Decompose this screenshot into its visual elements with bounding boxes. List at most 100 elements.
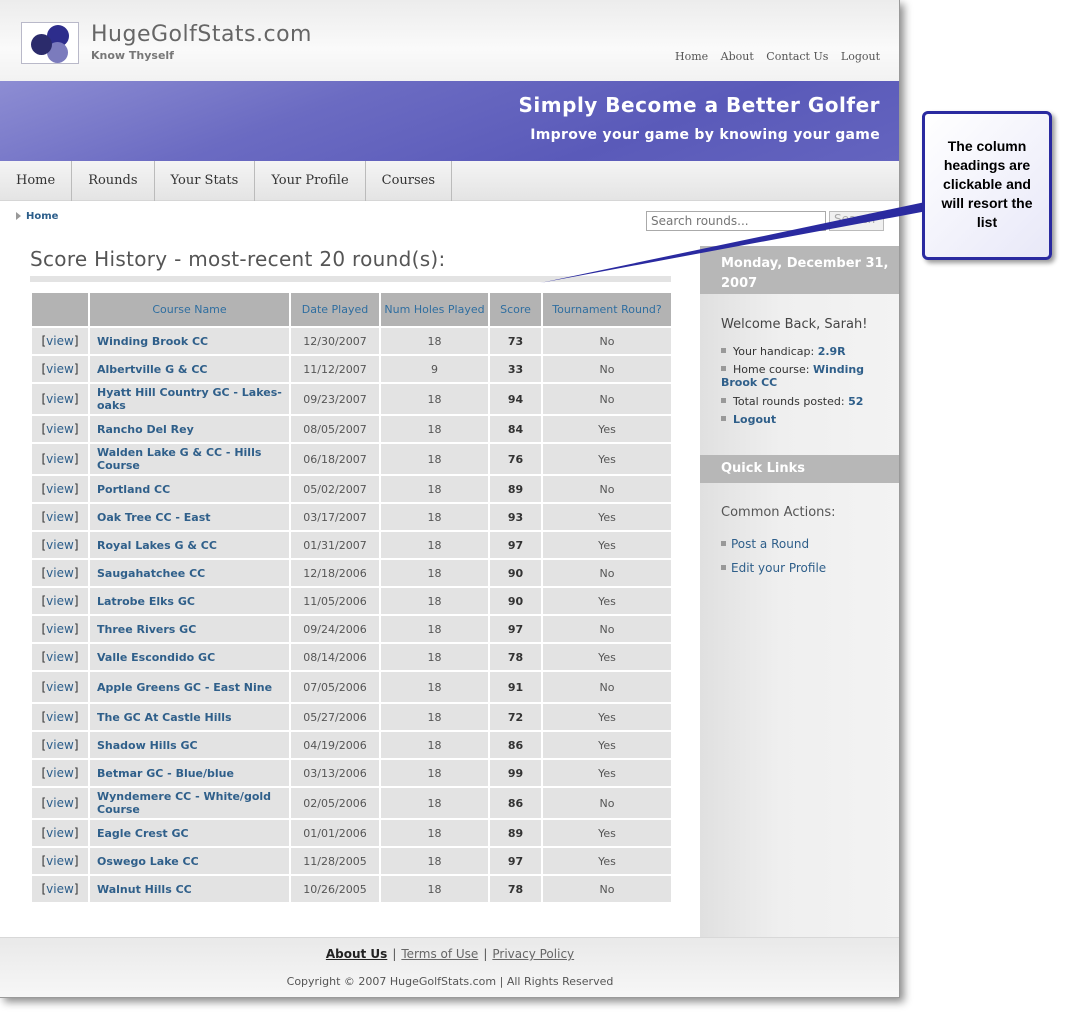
course-name-link[interactable]: Wyndemere CC - White/gold Course — [90, 788, 289, 818]
view-label[interactable]: view — [46, 452, 74, 466]
search-input[interactable] — [646, 211, 826, 231]
view-link[interactable]: [view] — [32, 384, 88, 414]
column-header-score[interactable]: Score — [490, 293, 541, 326]
course-name-link[interactable]: Oswego Lake CC — [90, 848, 289, 874]
sidebar-logout-link[interactable]: Logout — [733, 413, 776, 426]
course-name-link[interactable]: Shadow Hills GC — [90, 732, 289, 758]
view-link[interactable]: [view] — [32, 416, 88, 442]
view-label[interactable]: view — [46, 882, 74, 896]
view-link[interactable]: [view] — [32, 644, 88, 670]
score-value: 94 — [490, 384, 541, 414]
view-label[interactable]: view — [46, 622, 74, 636]
course-name-link[interactable]: Saugahatchee CC — [90, 560, 289, 586]
tournament-flag: No — [543, 616, 671, 642]
course-name-link[interactable]: Rancho Del Rey — [90, 416, 289, 442]
view-link[interactable]: [view] — [32, 732, 88, 758]
view-label[interactable]: view — [46, 594, 74, 608]
sidebar: Monday, December 31, 2007 Welcome Back, … — [700, 246, 899, 937]
tournament-flag: No — [543, 672, 671, 702]
nav-tab-your-profile[interactable]: Your Profile — [255, 161, 366, 201]
course-name-link[interactable]: Latrobe Elks GC — [90, 588, 289, 614]
view-label[interactable]: view — [46, 738, 74, 752]
view-label[interactable]: view — [46, 710, 74, 724]
nav-tab-rounds[interactable]: Rounds — [72, 161, 155, 201]
view-link[interactable]: [view] — [32, 560, 88, 586]
score-value: 97 — [490, 532, 541, 558]
course-name-link[interactable]: Valle Escondido GC — [90, 644, 289, 670]
course-name-link[interactable]: Albertville G & CC — [90, 356, 289, 382]
view-label[interactable]: view — [46, 796, 74, 810]
view-link[interactable]: [view] — [32, 532, 88, 558]
tournament-flag: No — [543, 788, 671, 818]
view-link[interactable]: [view] — [32, 704, 88, 730]
view-link[interactable]: [view] — [32, 848, 88, 874]
course-name-link[interactable]: Portland CC — [90, 476, 289, 502]
site-name[interactable]: HugeGolfStats.com — [91, 22, 312, 47]
view-label[interactable]: view — [46, 422, 74, 436]
date-played: 03/13/2006 — [291, 760, 379, 786]
edit-profile-link[interactable]: Edit your Profile — [721, 561, 826, 575]
view-label[interactable]: view — [46, 826, 74, 840]
common-actions-heading: Common Actions: — [721, 505, 836, 520]
tournament-flag: No — [543, 384, 671, 414]
view-label[interactable]: view — [46, 854, 74, 868]
post-a-round-link[interactable]: Post a Round — [721, 537, 809, 551]
view-link[interactable]: [view] — [32, 616, 88, 642]
course-name-link[interactable]: Oak Tree CC - East — [90, 504, 289, 530]
nav-tab-your-stats[interactable]: Your Stats — [155, 161, 256, 201]
course-name-link[interactable]: Eagle Crest GC — [90, 820, 289, 846]
view-link[interactable]: [view] — [32, 504, 88, 530]
view-link[interactable]: [view] — [32, 672, 88, 702]
nav-tab-courses[interactable]: Courses — [366, 161, 453, 201]
column-header-course-name[interactable]: Course Name — [90, 293, 289, 326]
view-link[interactable]: [view] — [32, 588, 88, 614]
view-label[interactable]: view — [46, 392, 74, 406]
view-label[interactable]: view — [46, 680, 74, 694]
logo[interactable] — [21, 22, 79, 64]
course-name-link[interactable]: Walden Lake G & CC - Hills Course — [90, 444, 289, 474]
column-header-date-played[interactable]: Date Played — [291, 293, 379, 326]
nav-tab-home[interactable]: Home — [0, 161, 73, 201]
course-name-link[interactable]: Betmar GC - Blue/blue — [90, 760, 289, 786]
course-name-link[interactable]: Walnut Hills CC — [90, 876, 289, 902]
view-link[interactable]: [view] — [32, 760, 88, 786]
search-button[interactable]: Search — [829, 211, 884, 231]
view-link[interactable]: [view] — [32, 444, 88, 474]
top-link-about[interactable]: About — [721, 50, 754, 63]
top-link-contact-us[interactable]: Contact Us — [766, 50, 828, 63]
header: HugeGolfStats.com Know Thyself Home Abou… — [0, 0, 899, 81]
footer-link-about-us[interactable]: About Us — [326, 947, 387, 961]
footer-link-privacy-policy[interactable]: Privacy Policy — [492, 947, 574, 961]
banner-subtitle: Improve your game by knowing your game — [530, 127, 880, 143]
view-label[interactable]: view — [46, 510, 74, 524]
view-label[interactable]: view — [46, 566, 74, 580]
course-name-link[interactable]: Winding Brook CC — [90, 328, 289, 354]
top-link-home[interactable]: Home — [675, 50, 708, 63]
total-rounds-line: Total rounds posted: 52 — [721, 395, 863, 408]
column-header-num-holes-played[interactable]: Num Holes Played — [381, 293, 488, 326]
view-link[interactable]: [view] — [32, 788, 88, 818]
view-label[interactable]: view — [46, 766, 74, 780]
course-name-link[interactable]: Three Rivers GC — [90, 616, 289, 642]
view-label[interactable]: view — [46, 334, 74, 348]
view-label[interactable]: view — [46, 538, 74, 552]
footer-link-terms-of-use[interactable]: Terms of Use — [401, 947, 478, 961]
course-name-link[interactable]: Hyatt Hill Country GC - Lakes-oaks — [90, 384, 289, 414]
course-name-link[interactable]: Royal Lakes G & CC — [90, 532, 289, 558]
table-row: [view] Rancho Del Rey 08/05/2007 18 84 Yes — [32, 416, 671, 442]
course-name-link[interactable]: Apple Greens GC - East Nine — [90, 672, 289, 702]
view-label[interactable]: view — [46, 362, 74, 376]
view-link[interactable]: [view] — [32, 876, 88, 902]
view-link[interactable]: [view] — [32, 356, 88, 382]
course-name-link[interactable]: The GC At Castle Hills — [90, 704, 289, 730]
view-label[interactable]: view — [46, 482, 74, 496]
view-link[interactable]: [view] — [32, 328, 88, 354]
date-played: 08/05/2007 — [291, 416, 379, 442]
view-link[interactable]: [view] — [32, 476, 88, 502]
breadcrumb-home-link[interactable]: Home — [26, 211, 58, 222]
column-header-tournament-round[interactable]: Tournament Round? — [543, 293, 671, 326]
view-link[interactable]: [view] — [32, 820, 88, 846]
top-link-logout[interactable]: Logout — [841, 50, 880, 63]
main-nav: Home Rounds Your Stats Your Profile Cour… — [0, 161, 899, 201]
view-label[interactable]: view — [46, 650, 74, 664]
